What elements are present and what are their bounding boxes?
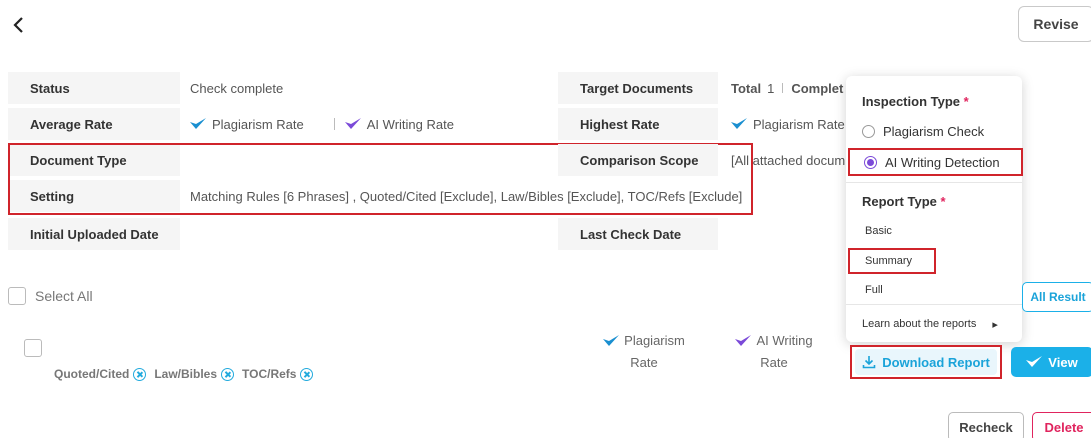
recheck-button[interactable]: Recheck (948, 412, 1024, 438)
tag-law-bibles: Law/Bibles (154, 367, 235, 381)
plagiarism-check-icon (731, 118, 747, 129)
tag-label: Law/Bibles (154, 367, 218, 381)
target-complete: Complet (791, 80, 844, 96)
status-value: Check complete (190, 80, 284, 96)
plagiarism-col-subtitle: Rate (630, 355, 658, 370)
average-rate-label: Average Rate (8, 108, 180, 140)
tag-toc-refs: TOC/Refs (242, 367, 314, 381)
plagiarism-rate-column: Plagiarism Rate (598, 330, 690, 374)
divider (782, 83, 784, 93)
remove-circle-icon[interactable] (221, 367, 235, 381)
ai-col-title: AI Writing (756, 333, 813, 348)
view-button[interactable]: View (1011, 347, 1091, 377)
tag-label: TOC/Refs (242, 367, 297, 381)
inspection-type-title: Inspection Type * (862, 94, 969, 109)
status-label: Status (8, 72, 180, 104)
plagiarism-check-icon (190, 118, 206, 129)
required-mark: * (963, 94, 969, 109)
view-label: View (1048, 354, 1078, 370)
option-ai-label: AI Writing Detection (885, 154, 1000, 170)
tag-label: Quoted/Cited (54, 367, 130, 381)
report-type-text: Report Type (862, 194, 937, 209)
comparison-scope-value: [All attached docum (731, 152, 846, 168)
report-dropdown: Inspection Type * Plagiarism Check AI Wr… (846, 76, 1023, 342)
check-icon (1026, 356, 1043, 367)
ai-col-subtitle: Rate (760, 355, 788, 370)
comparison-scope-label: Comparison Scope (558, 144, 718, 176)
last-check-value (731, 218, 846, 250)
back-button[interactable] (12, 10, 36, 38)
radio-icon (862, 125, 875, 138)
ai-check-icon (344, 118, 361, 129)
chevron-right-icon: ▸ (992, 319, 998, 331)
download-report-button[interactable]: Download Report (855, 349, 997, 375)
divider (846, 182, 1022, 183)
download-report-label: Download Report (882, 354, 990, 370)
divider (846, 304, 1022, 305)
option-plagiarism-check[interactable]: Plagiarism Check (862, 124, 984, 139)
download-report-highlight: Download Report (850, 345, 1002, 379)
exclusion-tags: Quoted/Cited Law/Bibles TOC/Refs (54, 367, 321, 381)
remove-circle-icon[interactable] (300, 367, 314, 381)
target-documents-label: Target Documents (558, 72, 718, 104)
last-check-label: Last Check Date (558, 218, 718, 250)
download-icon (862, 356, 876, 369)
plagiarism-col-title: Plagiarism (624, 333, 685, 348)
report-basic[interactable]: Basic (865, 225, 892, 237)
highest-rate-text: Plagiarism Rate (753, 116, 845, 132)
learn-about-reports-link[interactable]: Learn about the reports ▸ (862, 318, 998, 331)
plagiarism-rate-text: Plagiarism Rate (212, 116, 304, 132)
divider (333, 118, 335, 130)
ai-check-icon (735, 335, 752, 346)
plagiarism-check-icon (603, 335, 620, 346)
target-count: 1 (767, 80, 775, 96)
remove-circle-icon[interactable] (133, 367, 147, 381)
report-full[interactable]: Full (865, 284, 883, 296)
required-mark: * (940, 194, 946, 209)
radio-selected-icon (864, 155, 877, 169)
average-rate-value: Plagiarism Rate AI Writing Rate (190, 108, 550, 140)
ai-writing-rate-text: AI Writing Rate (366, 116, 454, 132)
report-summary[interactable]: Summary (848, 248, 936, 274)
option-plagiarism-label: Plagiarism Check (883, 124, 985, 139)
all-result-button[interactable]: All Result (1022, 282, 1091, 312)
uploaded-date-value (190, 218, 550, 250)
highest-rate-label: Highest Rate (558, 108, 718, 140)
item-checkbox[interactable] (24, 339, 42, 357)
select-all-checkbox[interactable] (8, 287, 26, 305)
report-type-title: Report Type * (862, 194, 946, 209)
select-all-label: Select All (35, 288, 93, 304)
chevron-left-icon (13, 17, 23, 33)
uploaded-date-label: Initial Uploaded Date (8, 218, 180, 250)
tag-quoted-cited: Quoted/Cited (54, 367, 147, 381)
option-ai-writing-detection[interactable]: AI Writing Detection (848, 148, 1023, 176)
target-total-label: Total (731, 80, 762, 96)
inspection-type-text: Inspection Type (862, 94, 960, 109)
ai-writing-rate-column: AI Writing Rate (728, 330, 820, 374)
delete-button[interactable]: Delete (1032, 412, 1091, 438)
learn-more-text: Learn about the reports (862, 318, 977, 330)
revise-button[interactable]: Revise (1018, 6, 1091, 42)
highest-rate-value: Plagiarism Rate (731, 108, 846, 140)
target-documents-value: Total 1 Complet (731, 72, 846, 104)
